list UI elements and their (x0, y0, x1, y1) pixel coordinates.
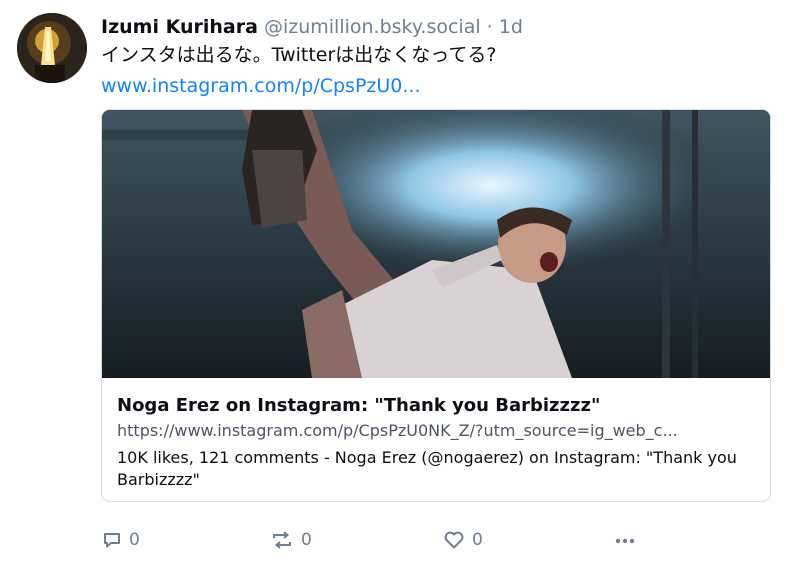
embed-url: https://www.instagram.com/p/CpsPzU0NK_Z/… (117, 421, 678, 440)
post-actions: 0 0 0 (0, 528, 800, 552)
more-options-icon (614, 530, 636, 550)
heart-icon (443, 530, 465, 550)
post-link[interactable]: www.instagram.com/p/CpsPzU0... (101, 73, 421, 99)
link-embed-card[interactable]: Noga Erez on Instagram: "Thank you Barbi… (101, 109, 771, 502)
reply-button[interactable]: 0 (102, 528, 140, 552)
more-options-button[interactable] (614, 528, 636, 552)
like-count: 0 (472, 530, 483, 550)
embed-description: 10K likes, 121 comments - Noga Erez (@no… (117, 448, 737, 489)
post-text: インスタは出るな。Twitterは出なくなってる? (101, 44, 497, 66)
embed-title: Noga Erez on Instagram: "Thank you Barbi… (117, 395, 601, 416)
post: Izumi Kurihara @izumillion.bsky.social ·… (0, 0, 800, 567)
reply-count: 0 (129, 530, 140, 550)
embed-thumbnail (102, 110, 770, 378)
avatar[interactable] (17, 13, 87, 83)
repost-icon (270, 530, 294, 550)
repost-count: 0 (301, 530, 312, 550)
reply-icon (102, 530, 122, 550)
author-display-name[interactable]: Izumi Kurihara (101, 16, 258, 38)
post-header: Izumi Kurihara @izumillion.bsky.social ·… (101, 14, 523, 40)
author-handle[interactable]: @izumillion.bsky.social (264, 16, 481, 38)
separator-dot: · (486, 16, 493, 38)
like-button[interactable]: 0 (443, 528, 483, 552)
repost-button[interactable]: 0 (270, 528, 312, 552)
post-timestamp[interactable]: 1d (499, 16, 523, 38)
